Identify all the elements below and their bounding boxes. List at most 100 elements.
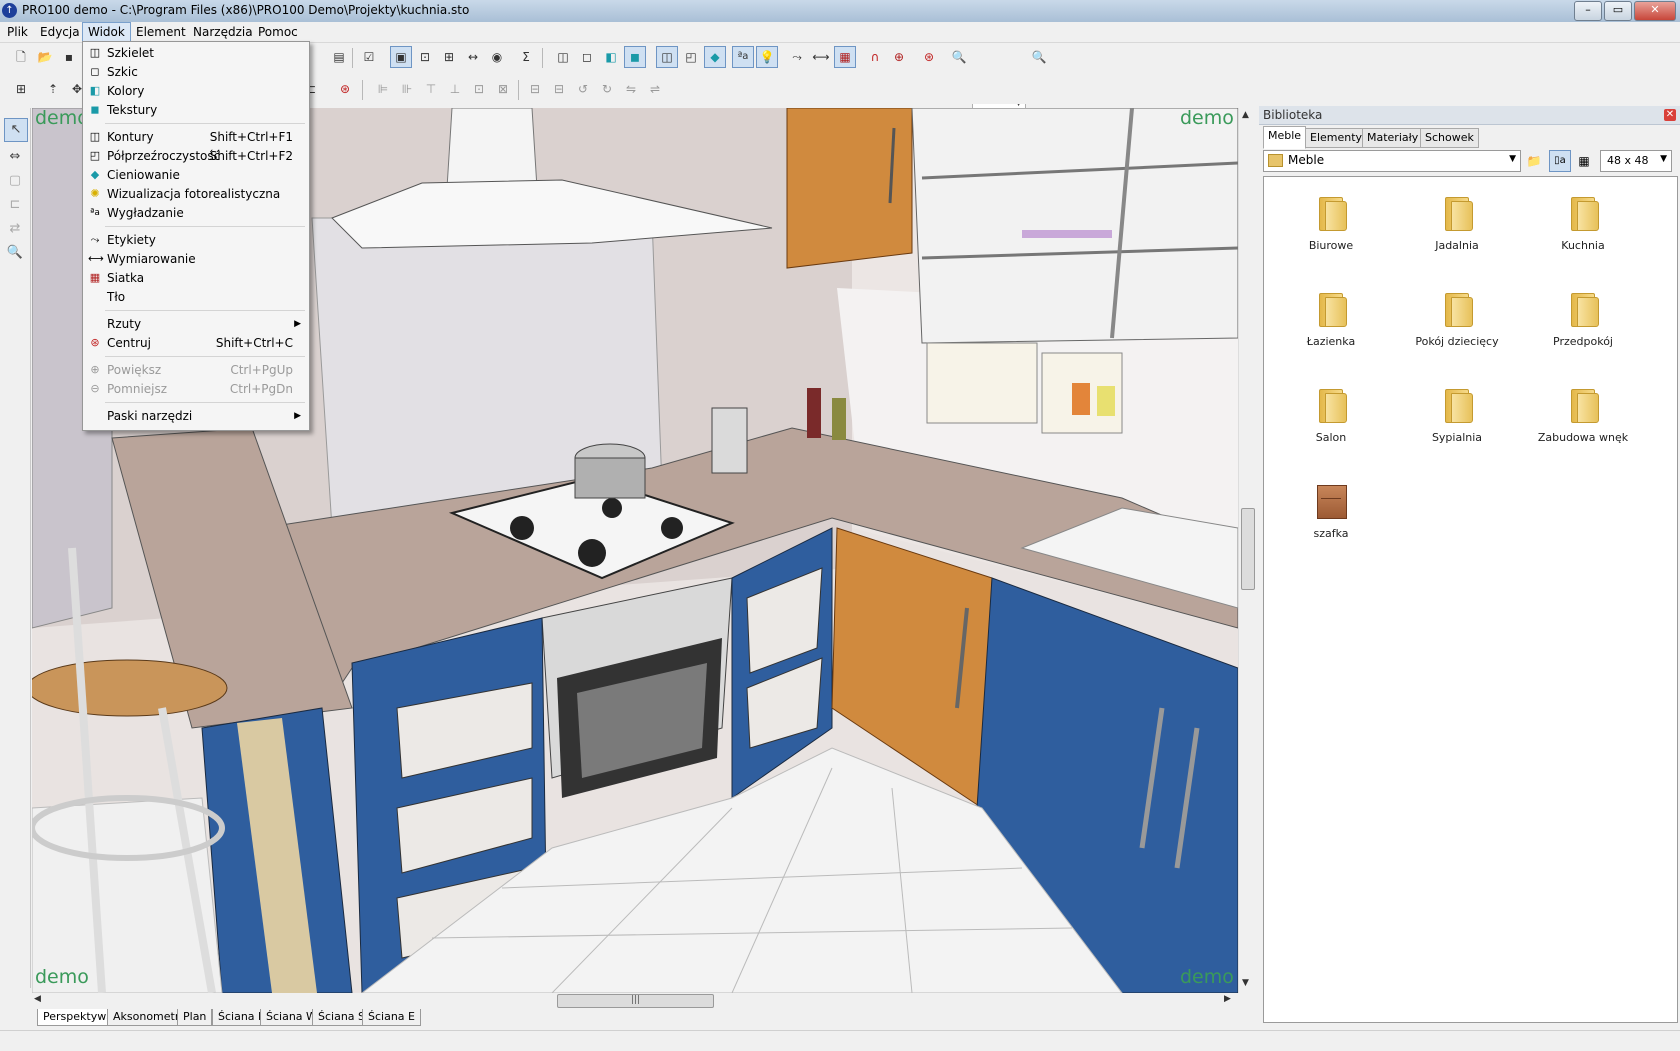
order-back-icon[interactable]: ⊟: [548, 78, 570, 100]
align-left-icon[interactable]: ⊫: [372, 78, 394, 100]
menu-item-tlo[interactable]: Tło: [85, 288, 307, 307]
large-icons-view-icon[interactable]: ▯a: [1549, 150, 1571, 172]
orbit-icon[interactable]: ⇄: [4, 218, 26, 240]
menu-plik[interactable]: Plik: [2, 23, 33, 41]
align-bottom-icon[interactable]: ⊥: [444, 78, 466, 100]
zoom-out-icon[interactable]: 🔍: [1028, 46, 1050, 68]
menu-item-paski-narzedzi[interactable]: Paski narzędzi ▶: [85, 407, 307, 426]
properties-icon[interactable]: ☑: [358, 46, 380, 68]
menu-item-kontury[interactable]: ◫ Kontury Shift+Ctrl+F1: [85, 128, 307, 147]
group-icon[interactable]: ⊠: [492, 78, 514, 100]
camera-icon[interactable]: ◉: [486, 46, 508, 68]
library-item-jadalnia[interactable]: Jadalnia: [1402, 185, 1512, 265]
lightbulb-icon[interactable]: 💡: [756, 46, 778, 68]
dimension-icon[interactable]: ↔: [462, 46, 484, 68]
magnet-icon[interactable]: ∩: [864, 46, 886, 68]
menu-item-kolory[interactable]: ◧ Kolory: [85, 82, 307, 101]
globe-icon[interactable]: ⊕: [888, 46, 910, 68]
menu-item-wymiarowanie[interactable]: ⟷ Wymiarowanie: [85, 250, 307, 269]
folder-up-icon[interactable]: 📁: [1523, 150, 1545, 172]
library-item-biurowe[interactable]: Biurowe: [1276, 185, 1386, 265]
labels-icon[interactable]: ªa: [732, 46, 754, 68]
align-center-icon[interactable]: ⊪: [396, 78, 418, 100]
order-front-icon[interactable]: ⊟: [524, 78, 546, 100]
scroll-down-arrow-icon[interactable]: ▼: [1242, 978, 1249, 988]
wireframe-icon[interactable]: ◫: [552, 46, 574, 68]
new-file-icon[interactable]: 🗋: [10, 46, 32, 68]
target-icon[interactable]: ⊛: [334, 78, 356, 100]
dimensions-icon[interactable]: ⟷: [810, 46, 832, 68]
menu-item-rzuty[interactable]: Rzuty ▶: [85, 315, 307, 334]
rotate-left-icon[interactable]: ↺: [572, 78, 594, 100]
tab-materialy[interactable]: Materiały: [1362, 128, 1424, 148]
zoom-tool-icon[interactable]: 🔍: [4, 242, 26, 264]
scroll-right-arrow-icon[interactable]: ▶: [1224, 994, 1231, 1004]
mirror-h-icon[interactable]: ⇋: [620, 78, 642, 100]
menu-item-cieniowanie[interactable]: ◆ Cieniowanie: [85, 166, 307, 185]
open-file-icon[interactable]: 📂: [34, 46, 56, 68]
menu-item-centruj[interactable]: ⊛ Centruj Shift+Ctrl+C: [85, 334, 307, 353]
library-item-zabudowa-wnek[interactable]: Zabudowa wnęk: [1528, 377, 1638, 457]
zoom-in-icon[interactable]: 🔍: [948, 46, 970, 68]
align-top-icon[interactable]: ⊤: [420, 78, 442, 100]
menu-item-szkielet[interactable]: ◫ Szkielet: [85, 44, 307, 63]
library-item-kuchnia[interactable]: Kuchnia: [1528, 185, 1638, 265]
menu-pomoc[interactable]: Pomoc: [253, 23, 303, 41]
contours-icon[interactable]: ◫: [656, 46, 678, 68]
shading-icon[interactable]: ◆: [704, 46, 726, 68]
close-button[interactable]: ✕: [1634, 1, 1676, 21]
menu-item-polprzezroczystosc[interactable]: ◰ Półprzeźroczystość Shift+Ctrl+F2: [85, 147, 307, 166]
view-mode-icon[interactable]: ▣: [390, 46, 412, 68]
menu-item-wygladzanie[interactable]: ªa Wygładzanie: [85, 204, 307, 223]
menu-item-siatka[interactable]: ▦ Siatka: [85, 269, 307, 288]
scroll-thumb[interactable]: [1241, 508, 1255, 590]
library-item-pokoj-dzieciecy[interactable]: Pokój dziecięcy: [1402, 281, 1512, 361]
colors-icon[interactable]: ◧: [600, 46, 622, 68]
move-up-icon[interactable]: ⇡: [42, 78, 64, 100]
tab-plan[interactable]: Plan: [177, 1009, 213, 1026]
menu-item-etykiety[interactable]: ⤳ Etykiety: [85, 231, 307, 250]
menu-narzedzia[interactable]: Narzędzia: [188, 23, 258, 41]
grid-icon[interactable]: ▦: [834, 46, 856, 68]
distribute-icon[interactable]: ⊡: [468, 78, 490, 100]
library-item-lazienka[interactable]: Łazienka: [1276, 281, 1386, 361]
scroll-up-arrow-icon[interactable]: ▲: [1242, 110, 1249, 120]
pan-icon[interactable]: ⇔: [4, 146, 26, 168]
measure-icon[interactable]: ⤳: [786, 46, 808, 68]
sum-icon[interactable]: Σ: [515, 46, 537, 68]
tab-sciana-e[interactable]: Ściana E: [362, 1009, 421, 1026]
rotate-right-icon[interactable]: ↻: [596, 78, 618, 100]
library-item-salon[interactable]: Salon: [1276, 377, 1386, 457]
minimize-button[interactable]: –: [1574, 1, 1602, 21]
menu-widok[interactable]: Widok: [82, 22, 131, 42]
rotate-view-icon[interactable]: ▢: [4, 170, 26, 192]
menu-element[interactable]: Element: [131, 23, 191, 41]
menu-item-wizualizacja[interactable]: ✺ Wizualizacja fotorealistyczna: [85, 185, 307, 204]
walk-icon[interactable]: ⊏: [4, 194, 26, 216]
fit-icon[interactable]: ⊞: [438, 46, 460, 68]
folder-select[interactable]: Meble ▼: [1263, 150, 1521, 172]
library-item-sypialnia[interactable]: Sypialnia: [1402, 377, 1512, 457]
close-icon[interactable]: ✕: [1664, 109, 1676, 121]
scroll-thumb[interactable]: |||: [557, 994, 714, 1008]
mirror-v-icon[interactable]: ⇌: [644, 78, 666, 100]
select-all-icon[interactable]: ⊞: [10, 78, 32, 100]
icon-size-select[interactable]: 48 x 48 ▼: [1600, 150, 1672, 172]
menu-item-tekstury[interactable]: ◼ Tekstury: [85, 101, 307, 120]
pointer-icon[interactable]: ↖: [4, 118, 28, 142]
tab-meble[interactable]: Meble: [1263, 126, 1307, 149]
library-item-przedpokoj[interactable]: Przedpokój: [1528, 281, 1638, 361]
menu-item-szkic[interactable]: ◻ Szkic: [85, 63, 307, 82]
viewport-horizontal-scrollbar[interactable]: ◀ ||| ▶: [32, 993, 1238, 1008]
center-icon[interactable]: ⊛: [918, 46, 940, 68]
library-item-szafka[interactable]: szafka: [1276, 473, 1386, 553]
print-icon[interactable]: ▤: [328, 46, 350, 68]
transparency-icon[interactable]: ◰: [680, 46, 702, 68]
maximize-button[interactable]: ▭: [1604, 1, 1632, 21]
tab-schowek[interactable]: Schowek: [1420, 128, 1479, 148]
tab-elementy[interactable]: Elementy: [1305, 128, 1368, 148]
save-icon[interactable]: ▪: [58, 46, 80, 68]
zoom-window-icon[interactable]: ⊡: [414, 46, 436, 68]
textures-icon[interactable]: ◼: [624, 46, 646, 68]
app-icon[interactable]: ↑: [2, 3, 17, 18]
